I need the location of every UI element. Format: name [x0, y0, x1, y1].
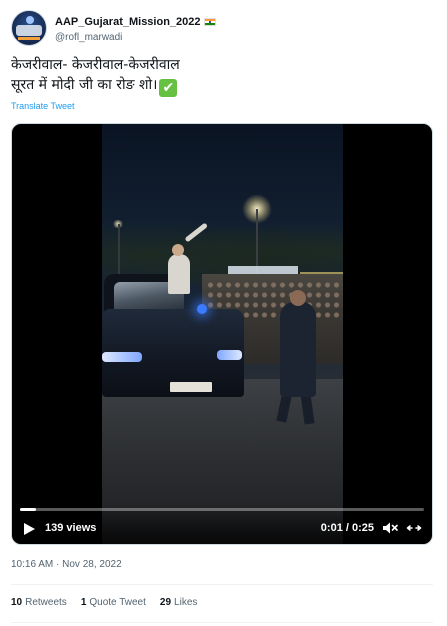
avatar[interactable]: [11, 10, 47, 46]
video-progress-bar[interactable]: [20, 508, 424, 511]
likes-stat[interactable]: 29 Likes: [160, 597, 197, 608]
video-player[interactable]: 139 views 0:01 / 0:25: [11, 123, 433, 545]
author-handle[interactable]: @rofl_marwadi: [55, 32, 216, 43]
quote-tweets-count: 1: [80, 597, 87, 608]
mute-icon: [383, 522, 398, 534]
retweets-stat[interactable]: 10 Retweets: [11, 597, 67, 608]
tweet-header: AAP_Gujarat_Mission_2022 @rofl_marwadi: [11, 8, 216, 48]
fullscreen-icon: [406, 525, 422, 531]
divider: [11, 584, 433, 585]
tweet-card: AAP_Gujarat_Mission_2022 @rofl_marwadi क…: [0, 0, 447, 626]
video-frame: [102, 124, 343, 544]
play-button[interactable]: [22, 521, 36, 535]
video-controls: 139 views 0:01 / 0:25: [12, 504, 432, 544]
fullscreen-button[interactable]: [406, 520, 422, 536]
video-time: 0:01 / 0:25: [320, 522, 374, 534]
tweet-text-line-2: सूरत में मोदी जी का रोङ शो। ✔: [11, 75, 431, 97]
tweet-text-line-2-text: सूरत में मोदी जी का रोङ शो।: [11, 77, 158, 93]
retweets-count: 10: [11, 597, 23, 608]
translate-tweet-link[interactable]: Translate Tweet: [11, 101, 75, 111]
author-display-name[interactable]: AAP_Gujarat_Mission_2022: [55, 16, 201, 28]
mute-button[interactable]: [382, 520, 398, 536]
likes-label: Likes: [174, 597, 198, 608]
view-count: 139 views: [45, 522, 97, 534]
author-names: AAP_Gujarat_Mission_2022 @rofl_marwadi: [55, 14, 216, 43]
quote-tweets-stat[interactable]: 1 Quote Tweet: [81, 597, 146, 608]
quote-tweets-label: Quote Tweet: [89, 597, 146, 608]
check-mark-icon: ✔: [159, 79, 178, 97]
video-progress-fill: [20, 508, 37, 511]
tweet-timestamp[interactable]: 10:16 AM · Nov 28, 2022: [11, 559, 122, 570]
divider: [11, 622, 433, 623]
india-flag-icon: [203, 17, 216, 26]
play-icon: [24, 523, 35, 535]
likes-count: 29: [159, 597, 172, 608]
tweet-text: केजरीवाल- केजरीवाल-केजरीवाल सूरत में मोद…: [11, 55, 431, 97]
tweet-text-line-1: केजरीवाल- केजरीवाल-केजरीवाल: [11, 57, 180, 73]
retweets-label: Retweets: [25, 597, 67, 608]
engagement-stats: 10 Retweets 1 Quote Tweet 29 Likes: [11, 597, 211, 608]
